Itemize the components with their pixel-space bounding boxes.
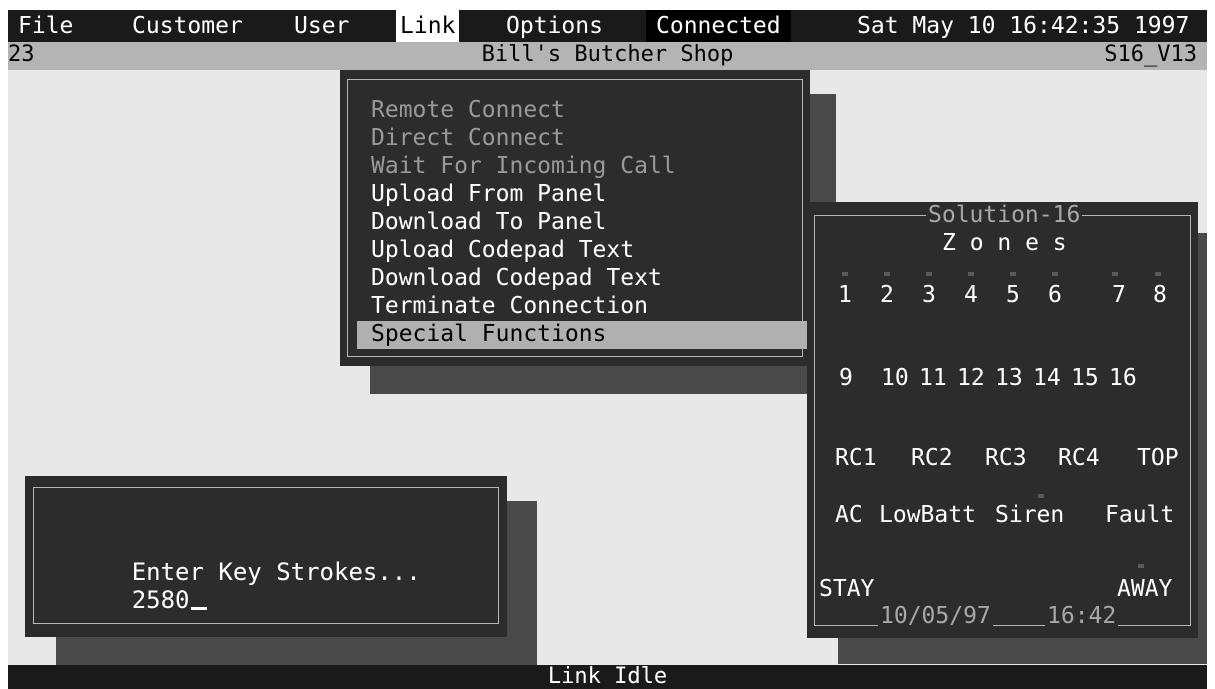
zone-led	[884, 272, 890, 276]
panel-frame	[814, 215, 1191, 626]
stay-label: STAY	[819, 576, 875, 602]
zone-14: 14	[1033, 365, 1061, 391]
menu-item-download-to-panel[interactable]: Download To Panel	[357, 209, 807, 237]
zone-13: 13	[995, 365, 1023, 391]
panel-title: Solution-16	[926, 202, 1083, 228]
text-cursor	[190, 607, 207, 610]
zone-12: 12	[957, 365, 985, 391]
zone-8: 8	[1153, 282, 1167, 308]
remote-rc3: RC3	[985, 445, 1027, 471]
zone-4: 4	[964, 282, 978, 308]
status-bar: Link Idle	[8, 665, 1207, 689]
zone-led	[1155, 272, 1161, 276]
zone-led	[968, 272, 974, 276]
zone-5: 5	[1006, 282, 1020, 308]
zone-3: 3	[922, 282, 936, 308]
status-led	[1038, 494, 1044, 498]
menu-file[interactable]: File	[14, 10, 77, 42]
menu-link[interactable]: Link	[396, 10, 460, 42]
zone-led	[1052, 272, 1058, 276]
zone-15: 15	[1071, 365, 1099, 391]
zone-led	[926, 272, 932, 276]
title-bar: 23 Bill's Butcher Shop S16_V13	[8, 42, 1207, 70]
key-strokes-label: Enter Key Strokes...	[131, 558, 421, 586]
zone-led	[1112, 272, 1118, 276]
zone-led	[1010, 272, 1016, 276]
zone-6: 6	[1048, 282, 1062, 308]
zone-2: 2	[880, 282, 894, 308]
status-text: Link Idle	[547, 664, 668, 689]
menu-bar: File Customer User Link Options Connecte…	[8, 10, 1207, 42]
menu-item-direct-connect[interactable]: Direct Connect	[357, 125, 807, 153]
customer-title: Bill's Butcher Shop	[481, 42, 734, 67]
zone-9: 9	[839, 365, 853, 391]
zone-11: 11	[919, 365, 947, 391]
menu-item-remote-connect[interactable]: Remote Connect	[357, 97, 807, 125]
remote-rc1: RC1	[835, 445, 877, 471]
terminal-screen: File Customer User Link Options Connecte…	[8, 10, 1207, 689]
remote-rc2: RC2	[911, 445, 953, 471]
solution16-panel: Solution-16 Z o n e s 1 2 3 4 5 6 7 8 9 …	[807, 202, 1198, 638]
key-strokes-dialog: Enter Key Strokes... 2580	[25, 476, 507, 637]
menu-item-terminate-connection[interactable]: Terminate Connection	[357, 293, 807, 321]
menu-item-upload-codepad-text[interactable]: Upload Codepad Text	[357, 237, 807, 265]
menu-item-upload-from-panel[interactable]: Upload From Panel	[357, 181, 807, 209]
zone-led	[842, 272, 848, 276]
remote-rc4: RC4	[1058, 445, 1100, 471]
zone-16: 16	[1109, 365, 1137, 391]
clock-datetime: Sat May 10 16:42:35 1997	[857, 13, 1190, 39]
zone-10: 10	[881, 365, 909, 391]
zone-1: 1	[838, 282, 852, 308]
menu-customer[interactable]: Customer	[128, 10, 247, 42]
menu-item-wait-for-incoming-call[interactable]: Wait For Incoming Call	[357, 153, 807, 181]
connection-status: Connected	[646, 10, 791, 42]
tamper-top: TOP	[1137, 445, 1179, 471]
panel-date: 10/05/97	[878, 603, 993, 629]
key-strokes-prompt: Enter Key Strokes... 2580	[45, 530, 421, 642]
status-lowbatt: LowBatt	[879, 502, 976, 528]
menu-item-download-codepad-text[interactable]: Download Codepad Text	[357, 265, 807, 293]
zones-heading: Z o n e s	[942, 230, 1067, 256]
menu-item-special-functions[interactable]: Special Functions	[357, 321, 807, 349]
key-strokes-input[interactable]: 2580	[132, 586, 190, 614]
status-siren: Siren	[995, 502, 1065, 528]
status-fault: Fault	[1105, 502, 1175, 528]
panel-version: S16_V13	[1104, 42, 1197, 67]
menu-user[interactable]: User	[290, 10, 353, 42]
status-ac: AC	[835, 502, 863, 528]
menu-options[interactable]: Options	[502, 10, 607, 42]
zone-7: 7	[1112, 282, 1126, 308]
away-label: AWAY	[1117, 576, 1173, 602]
panel-time: 16:42	[1045, 603, 1119, 629]
link-menu: Remote Connect Direct Connect Wait For I…	[340, 70, 810, 366]
away-led	[1138, 564, 1144, 568]
